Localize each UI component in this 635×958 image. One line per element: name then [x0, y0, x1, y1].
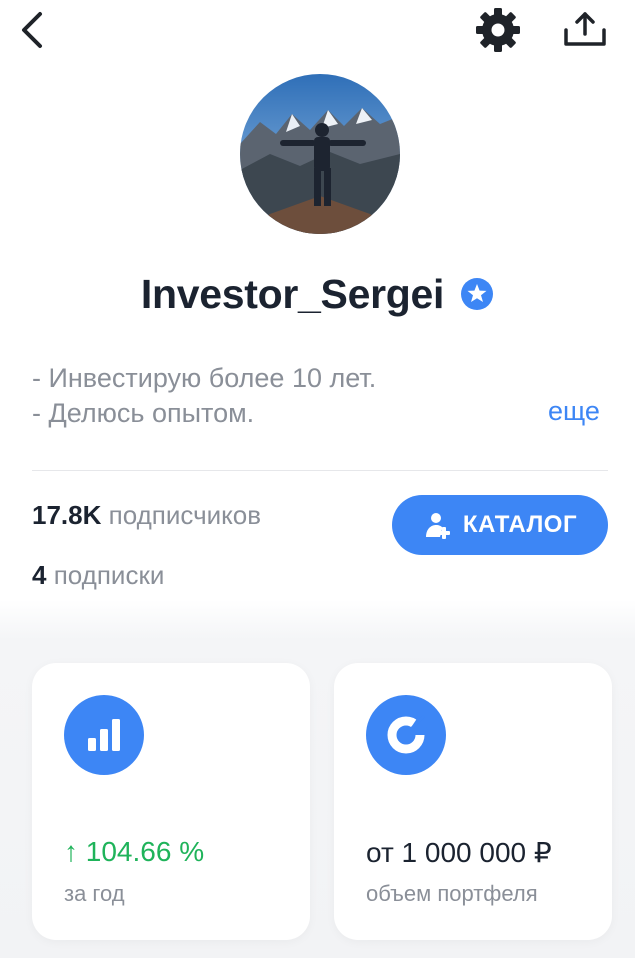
divider	[32, 470, 608, 471]
catalog-button[interactable]: КАТАЛОГ	[392, 495, 608, 555]
verified-star-icon	[460, 277, 494, 311]
username: Investor_Sergei	[140, 270, 445, 317]
bar-chart-icon	[64, 695, 144, 775]
annual-return-card[interactable]: ↑ 104.66 % за год	[32, 663, 310, 940]
following-count: 4	[32, 560, 47, 590]
following-stat[interactable]: 4 подписки	[32, 560, 164, 591]
settings-button[interactable]	[474, 8, 522, 52]
annual-return-value: ↑ 104.66 %	[64, 836, 205, 867]
avatar-photo	[240, 74, 400, 234]
portfolio-size-card[interactable]: от 1 000 000 ₽ объем портфеля	[334, 663, 612, 940]
top-bar	[0, 0, 635, 64]
profile-bio: - Инвестирую более 10 лет. - Делюсь опыт…	[32, 361, 552, 431]
followers-label: подписчиков	[108, 500, 262, 530]
portfolio-size-label: объем портфеля	[366, 881, 538, 906]
show-more-link[interactable]: еще	[548, 396, 600, 427]
followers-stat[interactable]: 17.8K подписчиков	[32, 500, 261, 531]
portfolio-size-value: от 1 000 000 ₽	[366, 837, 552, 868]
donut-chart-icon	[366, 695, 446, 775]
share-upload-icon	[564, 12, 606, 46]
bio-line: - Делюсь опытом.	[32, 398, 255, 428]
profile-name-row: Investor_Sergei	[0, 264, 635, 324]
annual-return-label: за год	[64, 881, 125, 906]
back-button[interactable]	[14, 8, 54, 52]
gear-icon	[476, 8, 520, 52]
followers-count: 17.8K	[32, 500, 102, 530]
following-label: подписки	[53, 560, 165, 590]
add-user-icon	[425, 513, 450, 539]
share-button[interactable]	[558, 6, 612, 52]
chevron-left-icon	[22, 12, 42, 48]
bio-line: - Инвестирую более 10 лет.	[32, 363, 377, 393]
avatar	[240, 74, 400, 234]
catalog-button-label: КАТАЛОГ	[462, 511, 578, 538]
